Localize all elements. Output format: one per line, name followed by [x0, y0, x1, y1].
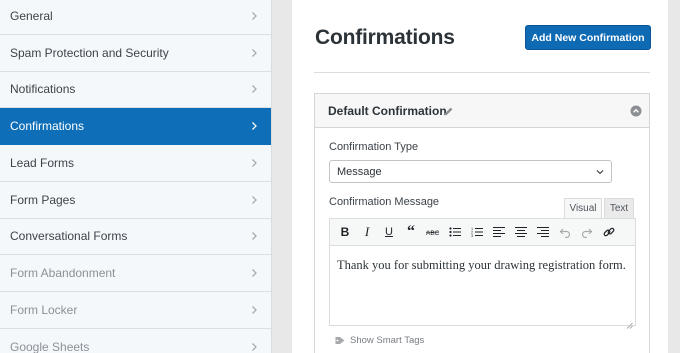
divider: [314, 72, 650, 73]
chevron-right-icon: [249, 158, 259, 168]
redo-icon[interactable]: [576, 221, 598, 243]
chevron-right-icon: [249, 84, 259, 94]
confirmation-title: Default Confirmation: [328, 104, 447, 118]
chevron-right-icon: [249, 121, 259, 131]
chevron-right-icon: [249, 48, 259, 58]
italic-icon[interactable]: I: [356, 221, 378, 243]
strikethrough-icon[interactable]: ABC: [422, 221, 444, 243]
undo-icon[interactable]: [554, 221, 576, 243]
message-editor-content[interactable]: Thank you for submitting your drawing re…: [330, 246, 635, 285]
sidebar-item-confirmations[interactable]: Confirmations: [0, 108, 271, 145]
show-smart-tags-label: Show Smart Tags: [350, 335, 425, 346]
sidebar-item-google-sheets[interactable]: Google Sheets: [0, 328, 271, 353]
editor-toolbar: B I U “ ABC 123: [330, 219, 635, 246]
sidebar-item-form-locker[interactable]: Form Locker: [0, 292, 271, 329]
sidebar-item-general[interactable]: General: [0, 0, 271, 35]
align-left-icon[interactable]: [488, 221, 510, 243]
show-smart-tags-link[interactable]: Show Smart Tags: [335, 335, 424, 346]
confirmations-panel: Confirmations Add New Confirmation Defau…: [292, 0, 668, 353]
tab-visual[interactable]: Visual: [564, 198, 602, 218]
align-center-icon[interactable]: [510, 221, 532, 243]
confirmation-header[interactable]: Default Confirmation: [315, 94, 649, 128]
bold-icon[interactable]: B: [334, 221, 356, 243]
confirmation-block: Default Confirmation Confirmation Type M…: [314, 93, 650, 353]
sidebar-item-label: General: [10, 8, 53, 23]
sidebar-item-label: Confirmations: [10, 119, 85, 134]
link-icon[interactable]: [598, 221, 620, 243]
chevron-right-icon: [249, 342, 259, 352]
confirmation-type-label: Confirmation Type: [329, 141, 419, 153]
confirmation-type-select[interactable]: Message: [329, 160, 612, 183]
page-title: Confirmations: [315, 26, 455, 49]
svg-text:3: 3: [471, 234, 473, 238]
sidebar-item-label: Spam Protection and Security: [10, 45, 169, 60]
chevron-right-icon: [249, 268, 259, 278]
sidebar-item-notifications[interactable]: Notifications: [0, 71, 271, 109]
resize-handle-icon[interactable]: [626, 316, 633, 329]
settings-sidebar: General Spam Protection and Security Not…: [0, 0, 272, 353]
chevron-right-icon: [249, 11, 259, 21]
pencil-icon[interactable]: [443, 104, 454, 116]
panel-gutter-right: [668, 0, 680, 353]
sidebar-item-label: Form Locker: [10, 302, 78, 317]
sidebar-item-label: Lead Forms: [10, 155, 75, 170]
confirmation-type-value: Message: [337, 165, 382, 178]
sidebar-item-lead-forms[interactable]: Lead Forms: [0, 145, 271, 182]
sidebar-item-form-abandonment[interactable]: Form Abandonment: [0, 255, 271, 292]
chevron-right-icon: [249, 305, 259, 315]
sidebar-item-label: Notifications: [10, 82, 76, 97]
panel-gutter: [272, 0, 292, 353]
sidebar-item-label: Conversational Forms: [10, 229, 128, 244]
tab-text[interactable]: Text: [604, 198, 634, 218]
numbered-list-icon[interactable]: 123: [466, 221, 488, 243]
add-new-confirmation-button[interactable]: Add New Confirmation: [525, 25, 651, 50]
tag-icon: [335, 336, 346, 345]
sidebar-item-label: Form Abandonment: [10, 266, 116, 281]
sidebar-item-conversational-forms[interactable]: Conversational Forms: [0, 218, 271, 256]
sidebar-item-label: Form Pages: [10, 192, 76, 207]
svg-text:ABC: ABC: [426, 230, 440, 237]
message-editor: B I U “ ABC 123 Thank you for submitting…: [329, 218, 636, 329]
sidebar-item-spam-protection[interactable]: Spam Protection and Security: [0, 34, 271, 72]
collapse-up-icon[interactable]: [630, 104, 642, 117]
sidebar-item-form-pages[interactable]: Form Pages: [0, 181, 271, 219]
bullet-list-icon[interactable]: [444, 221, 466, 243]
chevron-right-icon: [249, 195, 259, 205]
confirmation-message-label: Confirmation Message: [329, 196, 440, 208]
chevron-down-icon: [595, 167, 605, 177]
blockquote-icon[interactable]: “: [400, 221, 422, 243]
chevron-right-icon: [249, 231, 259, 241]
underline-icon[interactable]: U: [378, 221, 400, 243]
align-right-icon[interactable]: [532, 221, 554, 243]
sidebar-item-label: Google Sheets: [10, 339, 90, 353]
